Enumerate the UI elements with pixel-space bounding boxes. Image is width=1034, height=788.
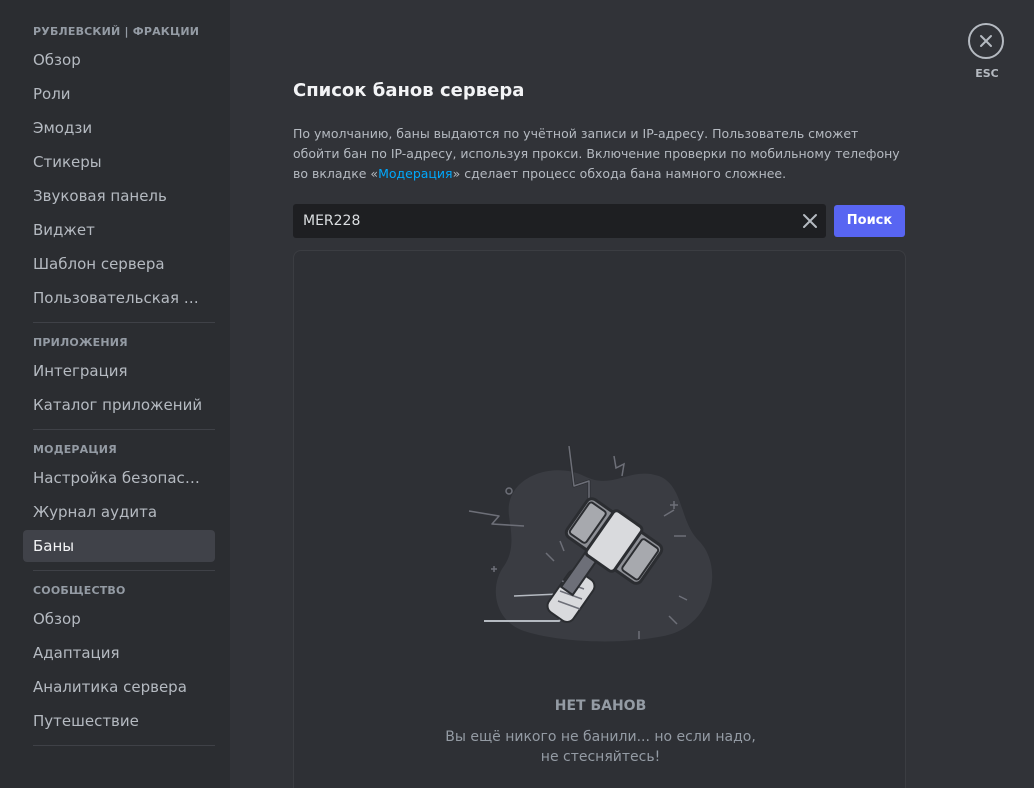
sidebar-section-title: СООБЩЕСТВО: [33, 584, 126, 597]
close-control: ESC: [968, 23, 1006, 80]
settings-sidebar: РУБЛЕВСКИЙ | ФРАКЦИИ Обзор Роли Эмодзи С…: [0, 0, 230, 788]
sidebar-item-journey[interactable]: Путешествие: [23, 705, 215, 737]
sidebar-item-roles[interactable]: Роли: [23, 78, 215, 110]
empty-state-title: НЕТ БАНОВ: [554, 698, 647, 714]
empty-state-line: не стесняйтесь!: [540, 749, 661, 765]
sidebar-item-bans[interactable]: Баны: [23, 530, 215, 562]
sidebar-section-server: РУБЛЕВСКИЙ | ФРАКЦИИ Обзор Роли Эмодзи С…: [23, 20, 230, 314]
sidebar-item-stickers[interactable]: Стикеры: [23, 146, 215, 178]
sidebar-section-moderation: МОДЕРАЦИЯ Настройка безопасно... Журнал …: [23, 438, 230, 562]
sidebar-item-server-template[interactable]: Шаблон сервера: [23, 248, 215, 280]
sidebar-item-widget[interactable]: Виджет: [23, 214, 215, 246]
sidebar-divider: [33, 322, 215, 323]
sidebar-divider: [33, 570, 215, 571]
page-title: Список банов сервера: [293, 80, 525, 101]
empty-state-line: Вы ещё никого не банили... но если надо,: [445, 729, 756, 745]
sidebar-item-server-insights[interactable]: Аналитика сервера: [23, 671, 215, 703]
sidebar-section-title: МОДЕРАЦИЯ: [33, 443, 117, 456]
sidebar-item-overview[interactable]: Обзор: [23, 44, 215, 76]
search-box: [293, 204, 826, 238]
clear-search-icon[interactable]: [800, 211, 820, 231]
sidebar-section-title: РУБЛЕВСКИЙ | ФРАКЦИИ: [33, 25, 200, 38]
sidebar-section-title: ПРИЛОЖЕНИЯ: [33, 336, 128, 349]
moderation-link[interactable]: Модерация: [378, 166, 453, 181]
close-icon[interactable]: [968, 23, 1004, 59]
sidebar-section-community: СООБЩЕСТВО Обзор Адаптация Аналитика сер…: [23, 579, 230, 737]
sidebar-item-community-overview[interactable]: Обзор: [23, 603, 215, 635]
bans-list-panel: НЕТ БАНОВ Вы ещё никого не банили... но …: [293, 250, 906, 788]
sidebar-item-app-directory[interactable]: Каталог приложений: [23, 389, 215, 421]
sidebar-item-integrations[interactable]: Интеграция: [23, 355, 215, 387]
server-settings: РУБЛЕВСКИЙ | ФРАКЦИИ Обзор Роли Эмодзи С…: [0, 0, 1034, 788]
esc-label: ESC: [975, 67, 999, 80]
bans-page: Список банов сервера По умолчанию, баны …: [230, 0, 1034, 788]
description-text-end: » сделает процесс обхода бана намного сл…: [452, 166, 787, 181]
sidebar-item-soundboard[interactable]: Звуковая панель: [23, 180, 215, 212]
sidebar-item-custom-invite[interactable]: Пользовательская сс...: [23, 282, 215, 314]
sidebar-item-onboarding[interactable]: Адаптация: [23, 637, 215, 669]
page-description: По умолчанию, баны выдаются по учётной з…: [293, 124, 905, 184]
sidebar-item-emoji[interactable]: Эмодзи: [23, 112, 215, 144]
sidebar-item-audit-log[interactable]: Журнал аудита: [23, 496, 215, 528]
ban-hammer-illustration: [468, 446, 713, 642]
sidebar-divider: [33, 429, 215, 430]
empty-state-text: Вы ещё никого не банили... но если надо,…: [294, 727, 907, 767]
sidebar-section-apps: ПРИЛОЖЕНИЯ Интеграция Каталог приложений: [23, 331, 230, 421]
search-button[interactable]: Поиск: [834, 205, 905, 237]
sidebar-divider: [33, 745, 215, 746]
sidebar-item-safety-setup[interactable]: Настройка безопасно...: [23, 462, 215, 494]
search-input[interactable]: [293, 204, 793, 238]
